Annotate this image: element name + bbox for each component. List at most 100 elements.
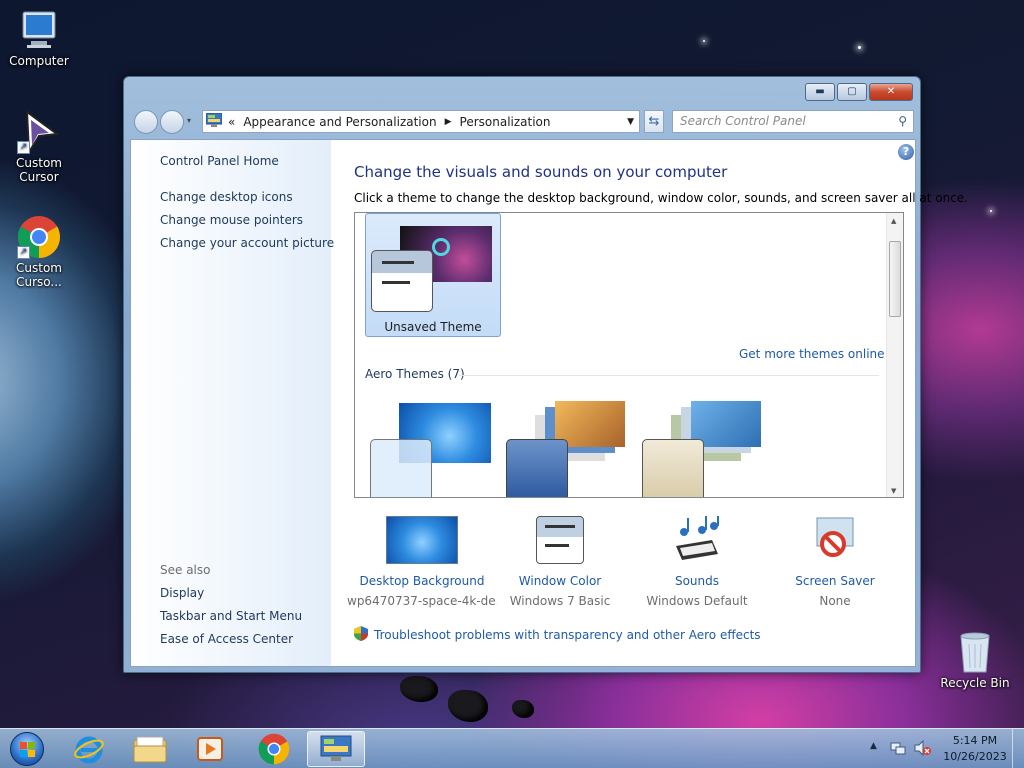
page-title: Change the visuals and sounds on your co… (354, 163, 728, 181)
volume-muted-icon[interactable] (914, 739, 932, 759)
control-panel-home-link[interactable]: Control Panel Home (160, 154, 279, 168)
address-bar[interactable]: « Appearance and Personalization ▶ Perso… (202, 110, 640, 133)
control-panel-icon (320, 735, 352, 761)
cursor-shortcut-icon: ↗ (17, 109, 61, 156)
section-divider (459, 375, 879, 376)
troubleshoot-link-text: Troubleshoot problems with transparency … (374, 628, 761, 642)
sounds-value: Windows Default (646, 594, 748, 608)
chrome-shortcut-icon: ↗ (17, 215, 61, 259)
breadcrumb-separator-icon[interactable]: ▶ (445, 117, 452, 127)
star (858, 46, 861, 49)
sounds-setting[interactable]: Sounds Windows Default (622, 516, 772, 608)
start-orb (10, 732, 44, 766)
show-desktop-button[interactable] (1012, 729, 1024, 768)
search-placeholder: Search Control Panel (680, 114, 806, 128)
aero-themes-heading: Aero Themes (7) (365, 367, 465, 381)
desktop-icon-computer[interactable]: Computer (3, 8, 75, 68)
control-panel-icon (205, 112, 223, 130)
screen-saver-value: None (819, 594, 851, 608)
breadcrumb-personalization[interactable]: Personalization (460, 115, 551, 129)
screen-saver-title: Screen Saver (795, 574, 875, 588)
desktop-background-icon (386, 516, 458, 564)
search-input[interactable]: Search Control Panel ⚲ (672, 110, 914, 133)
desktop-icon-custom-cursor[interactable]: ↗ Custom Cursor (3, 109, 75, 184)
forward-button[interactable] (160, 110, 184, 134)
theme-window-preview (371, 250, 433, 312)
aero-theme-windows7[interactable] (369, 401, 499, 497)
scroll-up-icon[interactable]: ▲ (891, 217, 896, 225)
troubleshoot-link[interactable]: Troubleshoot problems with transparency … (354, 626, 761, 644)
breadcrumb-appearance[interactable]: Appearance and Personalization (243, 115, 436, 129)
theme-name: Unsaved Theme (384, 320, 482, 334)
address-dropdown-icon[interactable]: ▼ (627, 117, 634, 127)
screen-saver-icon (811, 516, 859, 564)
minimize-button[interactable]: ▬ (805, 83, 835, 101)
recent-pages-dropdown-icon[interactable]: ▾ (187, 116, 191, 125)
star (990, 210, 992, 212)
address-overflow-chevron[interactable]: « (228, 115, 235, 129)
desktop-icon-label: Computer (9, 54, 69, 68)
asteroid (512, 700, 534, 718)
desktop-icon-custom-cursor-2[interactable]: ↗ Custom Curso... (3, 215, 75, 289)
change-account-picture-link[interactable]: Change your account picture (160, 236, 334, 250)
sounds-icon (672, 516, 722, 564)
asteroid (448, 690, 488, 722)
show-hidden-icons[interactable]: ▲ (870, 741, 877, 751)
clock-time: 5:14 PM (952, 734, 998, 747)
navigation-bar: ▾ « Appearance and Personalization ▶ Per… (130, 107, 914, 135)
left-navigation-pane: Control Panel Home Change desktop icons … (131, 140, 334, 666)
maximize-button[interactable]: ▢ (837, 83, 867, 101)
network-icon[interactable] (890, 740, 906, 759)
star (703, 40, 705, 42)
internet-explorer-icon[interactable] (60, 731, 118, 767)
back-button[interactable] (134, 110, 158, 134)
system-clock[interactable]: 5:14 PM 10/26/2023 (940, 733, 1010, 765)
control-panel-taskbar-button[interactable] (307, 731, 365, 767)
taskbar: ▲ 5:14 PM 10/26/2023 (0, 728, 1024, 768)
see-also-heading: See also (160, 563, 211, 577)
change-mouse-pointers-link[interactable]: Change mouse pointers (160, 213, 303, 227)
theme-list-scrollbar[interactable]: ▲ ▼ (886, 213, 903, 497)
asteroid (400, 676, 438, 702)
window-color-icon (536, 516, 584, 564)
scroll-down-icon[interactable]: ▼ (891, 487, 896, 495)
window-color-setting[interactable]: Window Color Windows 7 Basic (485, 516, 635, 608)
unsaved-theme-tile[interactable]: Unsaved Theme (365, 213, 501, 337)
refresh-icon[interactable]: ⇆ (644, 110, 664, 133)
client-area: Control Panel Home Change desktop icons … (130, 139, 968, 667)
help-icon[interactable]: ? (898, 144, 914, 160)
screen-saver-setting[interactable]: Screen Saver None (760, 516, 910, 608)
chrome-icon[interactable] (245, 731, 303, 767)
scrollbar-thumb[interactable] (889, 241, 901, 317)
display-link[interactable]: Display (160, 586, 204, 600)
media-player-icon[interactable] (181, 731, 239, 767)
sounds-title: Sounds (674, 574, 720, 588)
window-color-value: Windows 7 Basic (509, 594, 611, 608)
desktop-background-setting[interactable]: Desktop Background wp6470737-space-4k-de… (347, 516, 497, 608)
theme-list[interactable]: Unsaved Theme Get more themes online Aer… (354, 212, 904, 498)
search-icon[interactable]: ⚲ (898, 111, 907, 132)
change-desktop-icons-link[interactable]: Change desktop icons (160, 190, 293, 204)
desktop-background-title: Desktop Background (359, 574, 485, 588)
personalization-window[interactable]: ▬ ▢ ✕ ▾ « Appearance and Personalization… (123, 76, 968, 673)
get-more-themes-link[interactable]: Get more themes online (739, 347, 885, 361)
aero-theme-architecture[interactable] (505, 401, 635, 497)
desktop-icon-label: Custom Curso... (16, 261, 62, 289)
desktop-icon-label: Custom Cursor (16, 156, 62, 184)
window-color-title: Window Color (518, 574, 602, 588)
close-button[interactable]: ✕ (869, 83, 913, 101)
computer-icon (17, 8, 61, 52)
ease-of-access-link[interactable]: Ease of Access Center (160, 632, 293, 646)
file-explorer-icon[interactable] (121, 731, 179, 767)
caption-buttons: ▬ ▢ ✕ (805, 83, 913, 101)
desktop-background-value: wp6470737-space-4k-de... (347, 594, 497, 608)
clock-date: 10/26/2023 (943, 750, 1007, 763)
shield-icon (354, 626, 368, 644)
taskbar-start-menu-link[interactable]: Taskbar and Start Menu (160, 609, 302, 623)
recycle-bin-icon (953, 630, 997, 674)
desktop-icon-recycle-bin[interactable]: Recycle Bin (939, 630, 1011, 690)
aero-theme-nature[interactable] (641, 401, 771, 497)
start-button[interactable] (0, 731, 54, 767)
desktop-icon-label: Recycle Bin (940, 676, 1010, 690)
page-description: Click a theme to change the desktop back… (354, 191, 968, 205)
